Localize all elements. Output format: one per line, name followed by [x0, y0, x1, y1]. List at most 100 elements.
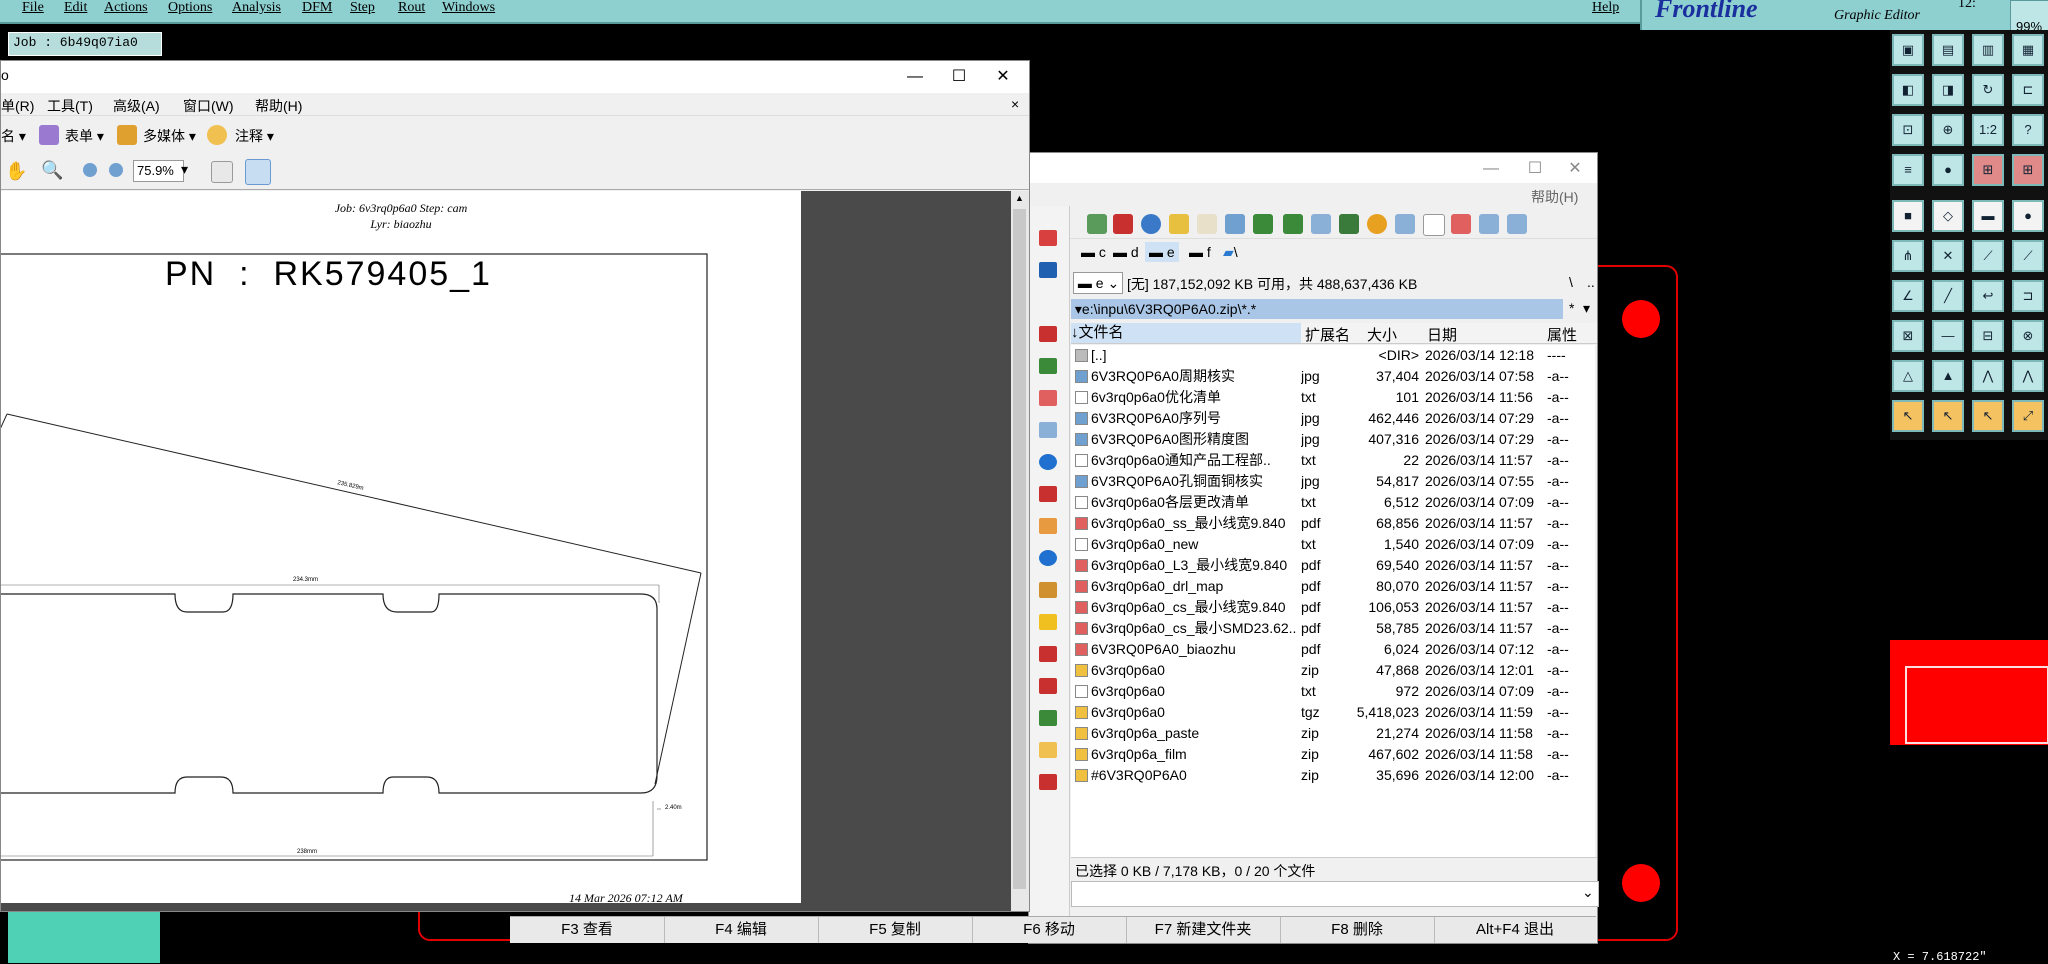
tool-icon[interactable]	[1039, 646, 1057, 662]
menu-help[interactable]: Help	[1592, 0, 1619, 16]
file-row[interactable]: 6v3rq0p6a0_drl_map pdf 80,070 2026/03/14 11…	[1071, 576, 1595, 597]
menu-windows[interactable]: Windows	[442, 0, 495, 16]
f5-copy-button[interactable]: F5 复制	[818, 917, 973, 943]
tool-button[interactable]: ⊞	[2012, 154, 2044, 186]
tool-button[interactable]: △	[1892, 360, 1924, 392]
shield-icon[interactable]	[1039, 582, 1057, 598]
tool-button[interactable]: ◨	[1932, 74, 1964, 106]
tool-button[interactable]: ◧	[1892, 74, 1924, 106]
select-pointer-tool[interactable]: ⤢	[2012, 400, 2044, 432]
menu-rout[interactable]: Rout	[398, 0, 425, 16]
history-dropdown[interactable]: ▾	[1583, 300, 1590, 317]
path-field[interactable]: ▾e:\inpu\6V3RQ0P6A0.zip\*.*	[1071, 299, 1563, 319]
comments-button[interactable]: 注释 ▾	[235, 126, 274, 146]
tool-button[interactable]: ↻	[1972, 74, 2004, 106]
maximize-button[interactable]: ☐	[939, 65, 979, 89]
file-row[interactable]: [..] <DIR> 2026/03/14 12:18 ----	[1071, 345, 1595, 366]
file-row[interactable]: #6V3RQ0P6A0 zip 35,696 2026/03/14 12:00 -a--	[1071, 765, 1595, 786]
tool-icon[interactable]	[1087, 214, 1107, 234]
col-name[interactable]: ↓文件名	[1071, 323, 1301, 343]
fit-width-icon[interactable]	[245, 159, 271, 185]
pdf-icon[interactable]	[1039, 390, 1057, 406]
warning-icon[interactable]	[1039, 614, 1057, 630]
tool-icon[interactable]	[1283, 214, 1303, 234]
fit-page-icon[interactable]	[211, 161, 233, 183]
zoom-input[interactable]: 75.9%	[133, 160, 184, 182]
tool-button[interactable]: ⊡	[1892, 114, 1924, 146]
file-row[interactable]: 6v3rq0p6a0_L3_最小线宽9.840 pdf 69,540 2026/03/…	[1071, 555, 1595, 576]
tool-icon[interactable]	[1039, 326, 1057, 342]
file-row[interactable]: 6v3rq0p6a0_cs_最小SMD23.62.. pdf 58,785 2026/…	[1071, 618, 1595, 639]
file-row[interactable]: 6V3RQ0P6A0_biaozhu pdf 6,024 2026/03/14 07:…	[1071, 639, 1595, 660]
tool-button[interactable]: ▲	[1932, 360, 1964, 392]
menu-options[interactable]: Options	[168, 0, 212, 16]
maximize-button[interactable]: ☐	[1515, 157, 1555, 181]
folder-icon[interactable]	[1039, 742, 1057, 758]
tool-button[interactable]: —	[1932, 320, 1964, 352]
drive-select[interactable]: ▬ e ⌄	[1073, 272, 1123, 294]
tool-icon[interactable]	[1225, 214, 1245, 234]
tool-button[interactable]: ⊗	[2012, 320, 2044, 352]
file-icon[interactable]	[1423, 214, 1445, 236]
col-ext[interactable]: 扩展名	[1305, 324, 1350, 345]
file-row[interactable]: 6v3rq0p6a_paste zip 21,274 2026/03/14 11:58…	[1071, 723, 1595, 744]
file-row[interactable]: 6v3rq0p6a0_cs_最小线宽9.840 pdf 106,053 2026/03…	[1071, 597, 1595, 618]
pdf-icon[interactable]	[1113, 214, 1133, 234]
menu-step[interactable]: Step	[350, 0, 375, 16]
info-icon[interactable]	[1039, 454, 1057, 470]
col-date[interactable]: 日期	[1427, 324, 1457, 345]
zoom-out-icon[interactable]	[83, 163, 97, 177]
select-pointer-tool[interactable]: ↖	[1932, 400, 1964, 432]
tool-button[interactable]: ▦	[2012, 34, 2044, 66]
menu-edit[interactable]: Edit	[64, 0, 87, 16]
drive-button-f[interactable]: ▬ f	[1189, 244, 1211, 260]
chevron-down-icon[interactable]: ⌄	[1582, 884, 1594, 901]
tool-button[interactable]: ⊟	[1972, 320, 2004, 352]
pdf-icon[interactable]	[1451, 214, 1471, 234]
menu-actions[interactable]: Actions	[104, 0, 148, 16]
tool-icon[interactable]	[1039, 358, 1057, 374]
tool-icon[interactable]	[1039, 486, 1057, 502]
file-row[interactable]: 6V3RQ0P6A0周期核实 jpg 37,404 2026/03/14 07:58-…	[1071, 366, 1595, 387]
tool-icon[interactable]	[1339, 214, 1359, 234]
tool-button[interactable]: ⊞	[1972, 154, 2004, 186]
f7-new-folder-button[interactable]: F7 新建文件夹	[1126, 917, 1281, 943]
tool-icon[interactable]	[1507, 214, 1527, 234]
root-dir-button[interactable]: \	[1569, 274, 1573, 290]
tool-button[interactable]: ●	[2012, 200, 2044, 232]
tool-icon[interactable]	[1039, 710, 1057, 726]
file-row[interactable]: 6v3rq0p6a0 zip 47,868 2026/03/14 12:01 -a--	[1071, 660, 1595, 681]
altf4-exit-button[interactable]: Alt+F4 退出	[1434, 917, 1596, 943]
zoom-in-icon[interactable]	[109, 163, 123, 177]
menu-file[interactable]: File	[22, 0, 44, 16]
file-row[interactable]: 6v3rq0p6a0_ss_最小线宽9.840 pdf 68,856 2026/03/…	[1071, 513, 1595, 534]
tool-button[interactable]: ╱	[1932, 280, 1964, 312]
select-pointer-tool[interactable]: ↖	[1972, 400, 2004, 432]
close-doc-icon[interactable]: ×	[1011, 96, 1019, 112]
chat-icon[interactable]	[1039, 422, 1057, 438]
tool-icon[interactable]	[1395, 214, 1415, 234]
f6-move-button[interactable]: F6 移动	[972, 917, 1127, 943]
file-row[interactable]: 6v3rq0p6a0通知产品工程部.. txt 22 2026/03/14 11:57…	[1071, 450, 1595, 471]
tool-button[interactable]: ⟋	[2012, 240, 2044, 272]
col-size[interactable]: 大小	[1367, 324, 1397, 345]
file-row[interactable]: 6V3RQ0P6A0图形精度图 jpg 407,316 2026/03/14 07:2…	[1071, 429, 1595, 450]
file-row[interactable]: 6V3RQ0P6A0序列号 jpg 462,446 2026/03/14 07:29-…	[1071, 408, 1595, 429]
tool-button[interactable]: ▬	[1972, 200, 2004, 232]
tool-icon[interactable]	[1039, 678, 1057, 694]
sign-menu-button[interactable]: 名 ▾	[1, 126, 26, 146]
menu-analysis[interactable]: Analysis	[232, 0, 281, 16]
scroll-up-arrow[interactable]: ▲	[1015, 193, 1024, 203]
file-row[interactable]: 6v3rq0p6a_film zip 467,602 2026/03/14 11:58…	[1071, 744, 1595, 765]
tool-icon[interactable]	[1253, 214, 1273, 234]
tool-button[interactable]: ⊐	[2012, 280, 2044, 312]
file-row[interactable]: 6v3rq0p6a0 tgz 5,418,023 2026/03/14 11:59 -a…	[1071, 702, 1595, 723]
parent-dir-button[interactable]: ..	[1587, 274, 1595, 290]
tool-button[interactable]: ▣	[1892, 34, 1924, 66]
tool-button[interactable]: ⋔	[1892, 240, 1924, 272]
menu-tools[interactable]: 工具(T)	[47, 96, 93, 116]
file-row[interactable]: 6v3rq0p6a0优化清单 txt 101 2026/03/14 11:56 -a--	[1071, 387, 1595, 408]
file-row[interactable]: 6V3RQ0P6A0孔铜面铜核实 jpg 54,817 2026/03/14 07:5…	[1071, 471, 1595, 492]
tool-button[interactable]: ◇	[1932, 200, 1964, 232]
menu-sign[interactable]: 单(R)	[1, 96, 34, 116]
